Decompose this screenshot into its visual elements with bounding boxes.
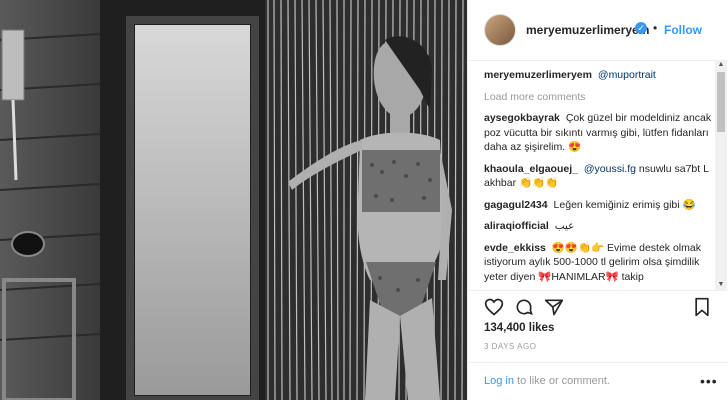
- login-rest-text: to like or comment.: [513, 375, 610, 387]
- caption: meryemuzerlimeryem @muportrait: [484, 68, 712, 83]
- load-more-comments-button[interactable]: Load more comments: [484, 90, 712, 105]
- list-item: aysegokbayrak Çok güzel bir modeldiniz a…: [484, 111, 712, 155]
- post-image: [0, 0, 467, 400]
- comment-text: عيب: [554, 220, 575, 232]
- bookmark-icon[interactable]: [692, 297, 712, 317]
- comments-list: meryemuzerlimeryem @muportrait Load more…: [484, 68, 712, 282]
- comments-scrollbar[interactable]: ▲ ▼: [715, 60, 727, 290]
- caption-mention[interactable]: @muportrait: [598, 69, 656, 81]
- list-item: khaoula_elgaouej_ @youssi.fg nsuwlu sa7b…: [484, 162, 712, 191]
- login-prompt: Log in to like or comment.: [484, 375, 610, 387]
- post-sidebar: meryemuzerlimeryem ✓ • Follow meryemuzer…: [467, 0, 728, 400]
- follow-button[interactable]: Follow: [664, 23, 702, 37]
- verified-badge-icon: ✓: [635, 22, 647, 34]
- post-header: meryemuzerlimeryem ✓ • Follow: [468, 0, 728, 61]
- comment-username[interactable]: gagagul2434: [484, 199, 548, 211]
- share-icon[interactable]: [544, 297, 564, 317]
- login-link[interactable]: Log in: [484, 375, 514, 387]
- comment-icon[interactable]: [514, 297, 534, 317]
- post-time: 3 DAYS AGO: [484, 342, 537, 351]
- avatar[interactable]: [484, 14, 516, 46]
- scroll-thumb[interactable]: [717, 72, 725, 132]
- scroll-down-icon[interactable]: ▼: [715, 280, 727, 290]
- header-separator: •: [653, 21, 658, 35]
- comment-text: Leğen kemiğiniz erimiş gibi 😂: [553, 198, 696, 211]
- caption-username[interactable]: meryemuzerlimeryem: [484, 69, 592, 81]
- more-options-icon[interactable]: •••: [700, 373, 718, 389]
- list-item: evde_ekkiss 😍😍👏👉 Evime destek olmak isti…: [484, 241, 712, 283]
- post-photo[interactable]: [0, 0, 467, 400]
- list-item: gagagul2434 Leğen kemiğiniz erimiş gibi …: [484, 198, 712, 213]
- comment-username[interactable]: aliraqiofficial: [484, 220, 549, 232]
- comment-mention[interactable]: @youssi.fg: [584, 163, 636, 175]
- scroll-up-icon[interactable]: ▲: [715, 60, 727, 70]
- action-bar: [468, 290, 728, 321]
- comment-username[interactable]: khaoula_elgaouej_: [484, 163, 578, 175]
- comment-username[interactable]: aysegokbayrak: [484, 112, 560, 124]
- likes-count[interactable]: 134,400 likes: [484, 322, 554, 334]
- comment-username[interactable]: evde_ekkiss: [484, 242, 546, 254]
- instagram-post: meryemuzerlimeryem ✓ • Follow meryemuzer…: [0, 0, 728, 400]
- header-username[interactable]: meryemuzerlimeryem: [526, 23, 649, 37]
- list-item: aliraqiofficial عيب: [484, 219, 712, 234]
- login-bar: Log in to like or comment. •••: [468, 362, 728, 401]
- heart-icon[interactable]: [484, 297, 504, 317]
